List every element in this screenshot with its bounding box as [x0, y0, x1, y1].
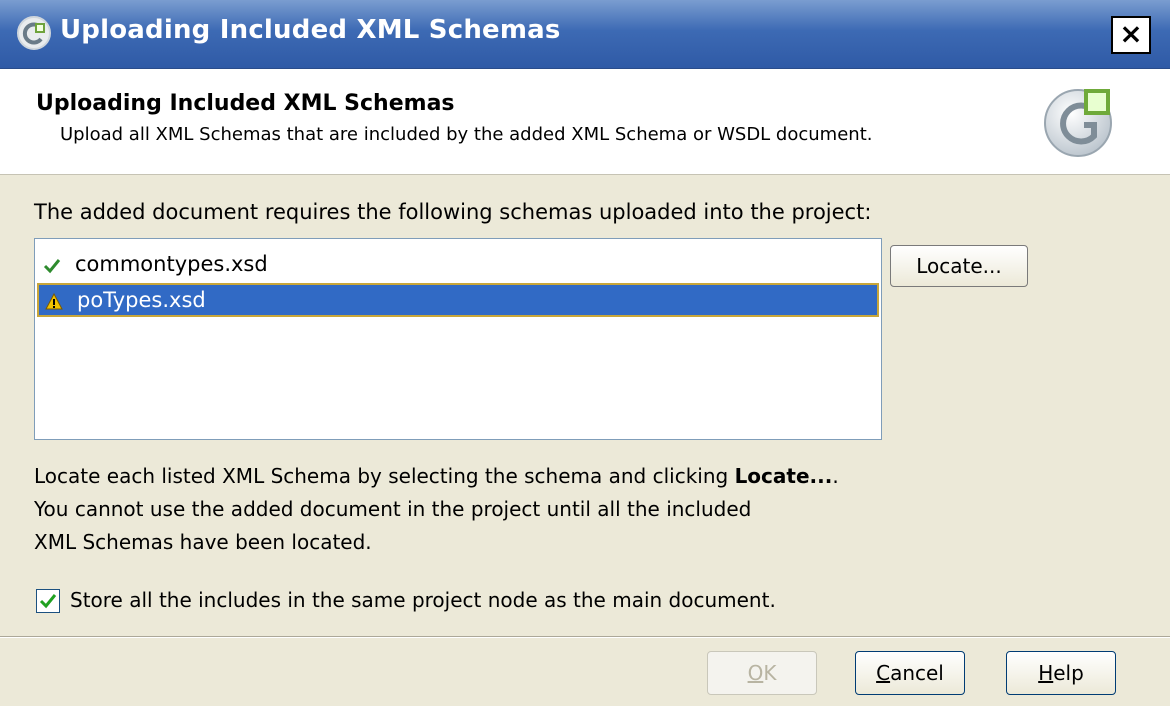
- instructions-line-1: Locate each listed XML Schema by selecti…: [34, 464, 839, 488]
- warning-icon: [45, 293, 63, 310]
- upload-schemas-dialog: Uploading Included XML Schemas × Uploadi…: [0, 0, 1170, 706]
- window-title: Uploading Included XML Schemas: [60, 15, 561, 45]
- ok-button[interactable]: OK: [707, 651, 817, 695]
- footer-divider: [0, 636, 1170, 638]
- schemas-prompt: The added document requires the followin…: [34, 200, 872, 224]
- list-item[interactable]: commontypes.xsd: [37, 249, 879, 283]
- header-subtitle: Upload all XML Schemas that are included…: [60, 124, 873, 145]
- locate-button[interactable]: Locate...: [890, 245, 1028, 287]
- header-title: Uploading Included XML Schemas: [36, 91, 455, 116]
- app-logo-icon: [17, 16, 51, 50]
- close-icon: ×: [1119, 17, 1143, 50]
- title-bar[interactable]: Uploading Included XML Schemas ×: [0, 0, 1170, 69]
- instructions-text: Locate each listed XML Schema by selecti…: [34, 460, 839, 559]
- store-includes-label[interactable]: Store all the includes in the same proje…: [70, 588, 776, 612]
- instructions-line-3: XML Schemas have been located.: [34, 530, 372, 554]
- product-logo-icon: [1044, 89, 1112, 157]
- help-button[interactable]: Help: [1006, 651, 1116, 695]
- cancel-button[interactable]: Cancel: [855, 651, 965, 695]
- checkmark-icon: [43, 259, 61, 274]
- schema-name: commontypes.xsd: [75, 252, 268, 276]
- list-item[interactable]: poTypes.xsd: [37, 283, 879, 317]
- schema-name: poTypes.xsd: [77, 288, 206, 312]
- wizard-header: Uploading Included XML Schemas Upload al…: [0, 69, 1170, 175]
- schema-list[interactable]: commontypes.xsd poTypes.xsd: [34, 238, 882, 440]
- instructions-line-2: You cannot use the added document in the…: [34, 497, 752, 521]
- store-includes-checkbox[interactable]: [36, 589, 60, 613]
- checkmark-icon: [39, 594, 57, 609]
- close-button[interactable]: ×: [1111, 16, 1151, 54]
